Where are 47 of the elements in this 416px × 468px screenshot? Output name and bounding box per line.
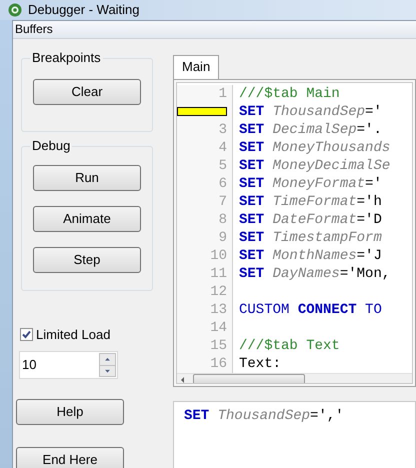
line-number: 3 bbox=[218, 120, 227, 138]
horizontal-scrollbar[interactable] bbox=[177, 372, 412, 382]
line-number: 14 bbox=[210, 318, 227, 336]
code-line: SET ThousandSep=' bbox=[238, 102, 382, 120]
spin-field[interactable]: 10 bbox=[19, 351, 118, 379]
line-number: 6 bbox=[218, 174, 227, 192]
line-number: 7 bbox=[218, 192, 227, 210]
code-line: SET DateFormat='D bbox=[238, 210, 382, 228]
code-line: SET TimestampForm bbox=[238, 228, 382, 246]
code-line: SET MonthNames='J bbox=[238, 246, 382, 264]
menu-item[interactable]: Buffers bbox=[13, 20, 55, 38]
limited-load-checkbox[interactable]: Limited Load bbox=[20, 324, 110, 344]
code-line: Text: bbox=[238, 354, 282, 372]
line-number: 4 bbox=[218, 138, 227, 156]
check-icon bbox=[22, 330, 31, 339]
code-line: SET DecimalSep='. bbox=[238, 120, 382, 138]
line-number: 11 bbox=[210, 264, 227, 282]
action-button[interactable]: End Here bbox=[16, 447, 124, 468]
code-line: SET TimeFormat='h bbox=[238, 192, 382, 210]
line-number: 16 bbox=[210, 354, 227, 372]
editor-tab[interactable]: Main bbox=[173, 54, 220, 78]
code-line: SET MoneyThousands bbox=[238, 138, 390, 156]
line-number: 9 bbox=[218, 228, 227, 246]
line-number: 15 bbox=[210, 336, 227, 354]
code-line: SET DayNames='Mon, bbox=[238, 264, 390, 282]
clear-button[interactable]: Clear bbox=[33, 78, 141, 104]
code-line: ///$tab Text bbox=[238, 336, 340, 354]
spin-down-icon[interactable] bbox=[100, 364, 115, 376]
debug-button[interactable]: Run bbox=[33, 164, 141, 190]
spin-up-icon[interactable] bbox=[100, 354, 115, 364]
line-number: 12 bbox=[210, 282, 227, 300]
line-number: 10 bbox=[210, 246, 227, 264]
debug-button[interactable]: Animate bbox=[33, 206, 141, 232]
code-line: SET ThousandSep=',' bbox=[184, 408, 344, 424]
breakpoint-marker[interactable] bbox=[177, 107, 227, 116]
code-line: ///$tab Main bbox=[238, 84, 340, 102]
debug-button[interactable]: Step bbox=[33, 246, 141, 272]
line-number: 1 bbox=[218, 84, 227, 102]
code-line: SET MoneyFormat=' bbox=[238, 174, 382, 192]
app-logo-icon bbox=[8, 2, 22, 17]
code-line: SET MoneyDecimalSe bbox=[238, 156, 390, 174]
action-button[interactable]: Help bbox=[16, 399, 124, 425]
line-number: 13 bbox=[210, 300, 227, 318]
line-number: 5 bbox=[218, 156, 227, 174]
window-title: Debugger - Waiting bbox=[28, 1, 140, 19]
code-line: CUSTOM CONNECT TO bbox=[238, 300, 382, 318]
line-number: 8 bbox=[218, 210, 227, 228]
